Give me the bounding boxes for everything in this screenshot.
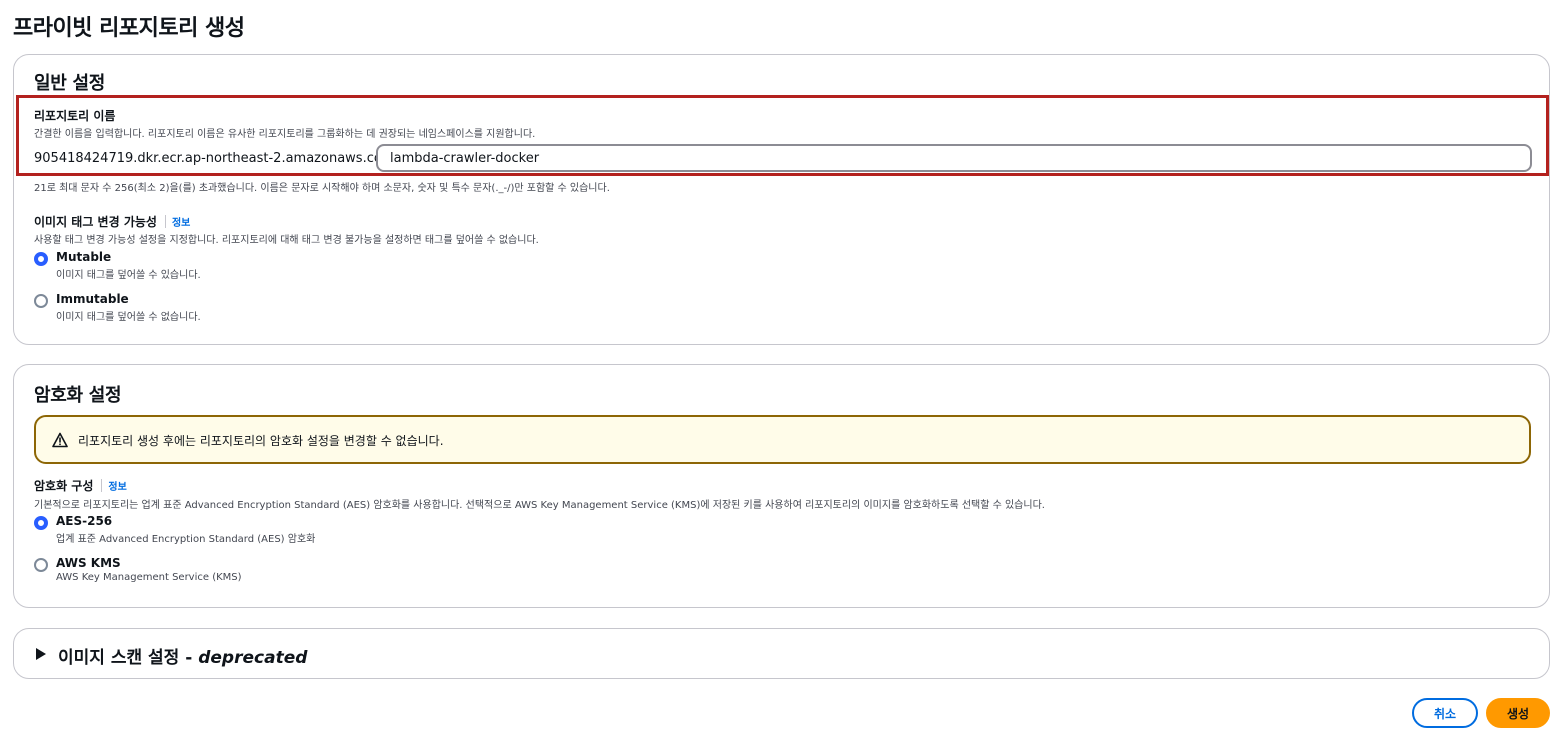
repo-name-description: 간결한 이름을 입력합니다. 리포지토리 이름은 유사한 리포지토리를 그룹화하… <box>34 129 536 140</box>
encryption-config-label: 암호화 구성 <box>34 479 94 493</box>
radio-aes256-sub: 업계 표준 Advanced Encryption Standard (AES)… <box>56 534 316 545</box>
page-title: 프라이빗 리포지토리 생성 <box>13 16 245 41</box>
radio-aws-kms-sub: AWS Key Management Service (KMS) <box>56 572 242 583</box>
tag-mutability-label-row: 이미지 태그 변경 가능성 정보 <box>34 213 190 230</box>
radio-aes256-button[interactable] <box>34 516 48 530</box>
tag-mutability-info-link[interactable]: 정보 <box>172 218 190 229</box>
warning-icon <box>52 432 68 448</box>
create-button[interactable]: 생성 <box>1486 698 1550 728</box>
encryption-settings-title: 암호화 설정 <box>34 385 122 406</box>
radio-mutable-button[interactable] <box>34 252 48 266</box>
general-settings-title: 일반 설정 <box>34 73 106 94</box>
radio-aws-kms-button[interactable] <box>34 558 48 572</box>
repo-uri-prefix: 905418424719.dkr.ecr.ap-northeast-2.amaz… <box>34 151 399 166</box>
radio-immutable-label: Immutable <box>56 292 129 306</box>
radio-mutable-label: Mutable <box>56 250 112 264</box>
repo-name-label: 리포지토리 이름 <box>34 109 116 123</box>
radio-aws-kms-label: AWS KMS <box>56 556 121 570</box>
radio-aes256-label: AES-256 <box>56 514 113 528</box>
general-settings-card: 일반 설정 리포지토리 이름 간결한 이름을 입력합니다. 리포지토리 이름은 … <box>13 54 1550 345</box>
image-scan-deprecated: deprecated <box>198 648 308 668</box>
encryption-warning-alert: 리포지토리 생성 후에는 리포지토리의 암호화 설정을 변경할 수 없습니다. <box>34 415 1531 464</box>
image-scan-separator: - <box>179 648 199 668</box>
encryption-config-label-row: 암호화 구성 정보 <box>34 477 127 494</box>
image-scan-expander[interactable]: 이미지 스캔 설정 - deprecated <box>13 628 1550 679</box>
encryption-warning-text: 리포지토리 생성 후에는 리포지토리의 암호화 설정을 변경할 수 없습니다. <box>78 434 444 448</box>
info-separator <box>101 479 103 492</box>
info-separator <box>164 215 166 228</box>
cancel-button[interactable]: 취소 <box>1412 698 1478 728</box>
radio-immutable-sub: 이미지 태그를 덮어쓸 수 없습니다. <box>56 312 201 323</box>
radio-mutable-sub: 이미지 태그를 덮어쓸 수 있습니다. <box>56 270 201 281</box>
image-scan-title: 이미지 스캔 설정 - deprecated <box>58 643 307 668</box>
encryption-settings-card: 암호화 설정 리포지토리 생성 후에는 리포지토리의 암호화 설정을 변경할 수… <box>13 364 1550 608</box>
encryption-config-info-link[interactable]: 정보 <box>108 482 126 493</box>
caret-right-icon <box>36 648 46 660</box>
repo-name-input[interactable] <box>376 144 1532 172</box>
tag-mutability-description: 사용할 태그 변경 가능성 설정을 지정합니다. 리포지토리에 대해 태그 변경… <box>34 235 539 246</box>
tag-mutability-label: 이미지 태그 변경 가능성 <box>34 215 157 229</box>
encryption-config-description: 기본적으로 리포지토리는 업계 표준 Advanced Encryption S… <box>34 500 1045 511</box>
image-scan-title-text: 이미지 스캔 설정 <box>58 648 180 668</box>
radio-immutable-button[interactable] <box>34 294 48 308</box>
repo-name-hint: 21로 최대 문자 수 256(최소 2)을(를) 초과했습니다. 이름은 문자… <box>34 183 610 194</box>
